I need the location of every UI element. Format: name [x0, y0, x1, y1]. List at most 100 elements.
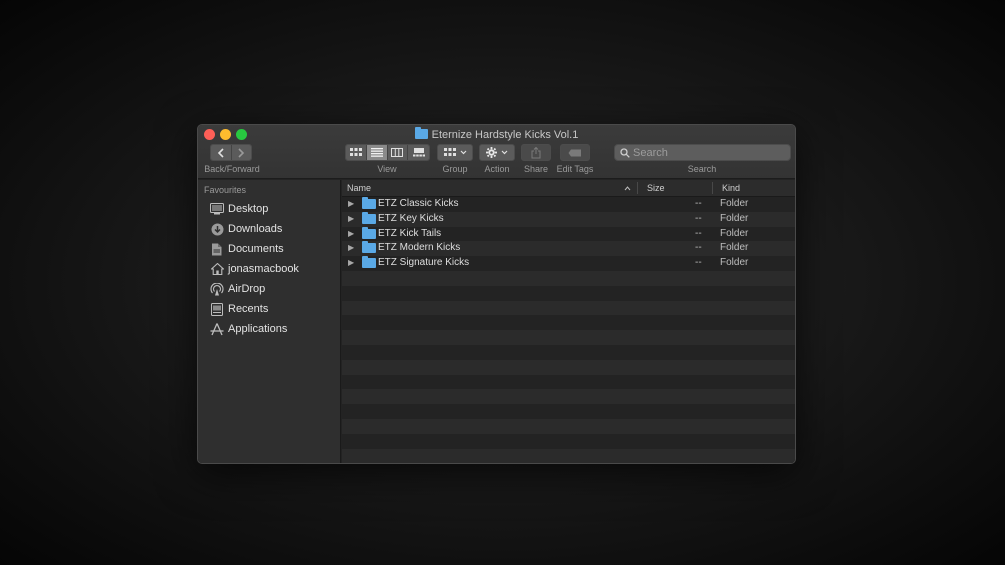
folder-icon	[362, 211, 376, 224]
sidebar-item-label: AirDrop	[228, 283, 266, 295]
disclosure-triangle-icon[interactable]: ▶	[348, 243, 354, 252]
view-label: View	[377, 164, 397, 174]
airdrop-icon	[210, 282, 224, 296]
file-kind: Folder	[720, 212, 749, 224]
file-size: --	[695, 257, 702, 269]
column-divider[interactable]	[637, 182, 638, 194]
empty-row	[342, 330, 795, 345]
tag-icon	[568, 149, 581, 156]
sidebar-item-airdrop[interactable]: AirDrop	[210, 280, 265, 298]
back-forward-control	[210, 144, 252, 161]
column-kind[interactable]: Kind	[722, 183, 740, 193]
table-row[interactable]: ▶ ETZ Kick Tails -- Folder	[342, 226, 795, 242]
column-name[interactable]: Name	[347, 183, 371, 193]
file-size: --	[695, 227, 702, 239]
chevron-down-icon	[501, 150, 508, 155]
sidebar-item-home[interactable]: jonasmacbook	[210, 260, 299, 278]
group-button[interactable]	[437, 144, 473, 161]
search-input[interactable]	[633, 145, 783, 160]
empty-row	[342, 286, 795, 301]
group-icon	[443, 148, 456, 156]
action-button[interactable]	[479, 144, 515, 161]
action-label: Action	[484, 164, 510, 174]
view-columns-button[interactable]	[387, 145, 409, 160]
empty-row	[342, 345, 795, 360]
view-gallery-button[interactable]	[408, 145, 429, 160]
file-size: --	[695, 242, 702, 254]
documents-icon	[210, 242, 224, 256]
disclosure-triangle-icon[interactable]: ▶	[348, 199, 354, 208]
folder-icon	[362, 241, 376, 254]
disclosure-triangle-icon[interactable]: ▶	[348, 214, 354, 223]
disclosure-triangle-icon[interactable]: ▶	[348, 258, 354, 267]
sidebar-item-label: Downloads	[228, 223, 283, 235]
folder-icon	[362, 256, 376, 269]
empty-row	[342, 359, 795, 375]
chevron-left-icon	[217, 147, 224, 158]
file-name: ETZ Modern Kicks	[378, 242, 461, 254]
gallery-view-icon	[412, 148, 425, 157]
folder-icon	[362, 226, 376, 239]
share-button[interactable]	[521, 144, 551, 161]
empty-row	[342, 434, 795, 449]
empty-row	[342, 375, 795, 390]
sidebar-item-label: Applications	[228, 323, 288, 335]
sort-ascending-icon	[624, 186, 631, 191]
disclosure-triangle-icon[interactable]: ▶	[348, 229, 354, 238]
home-icon	[210, 262, 224, 276]
column-divider[interactable]	[712, 182, 713, 194]
file-size: --	[695, 198, 702, 209]
finder-window: Eternize Hardstyle Kicks Vol.1 Back/Forw…	[197, 124, 796, 464]
recents-icon	[210, 302, 224, 316]
downloads-icon	[210, 222, 224, 236]
toolbar: Eternize Hardstyle Kicks Vol.1 Back/Forw…	[198, 125, 795, 179]
view-list-button[interactable]	[366, 145, 388, 160]
window-title: Eternize Hardstyle Kicks Vol.1	[198, 127, 795, 142]
table-row[interactable]: ▶ ETZ Modern Kicks -- Folder	[342, 241, 795, 257]
table-row[interactable]: ▶ ETZ Classic Kicks -- Folder	[342, 197, 795, 212]
file-kind: Folder	[720, 242, 749, 254]
file-name: ETZ Key Kicks	[378, 212, 444, 224]
applications-icon	[210, 322, 224, 336]
sidebar-item-downloads[interactable]: Downloads	[210, 220, 282, 238]
table-row[interactable]: ▶ ETZ Key Kicks -- Folder	[342, 211, 795, 227]
folder-icon	[414, 127, 428, 139]
back-forward-label: Back/Forward	[204, 164, 260, 174]
file-name: ETZ Signature Kicks	[378, 257, 470, 269]
edit-tags-button[interactable]	[560, 144, 590, 161]
chevron-right-icon	[238, 147, 245, 158]
grid-view-icon	[349, 148, 362, 156]
sidebar-item-label: Desktop	[228, 203, 269, 215]
file-list: Name Size Kind ▶ ETZ Classic Kicks -- Fo…	[342, 180, 795, 463]
file-name: ETZ Kick Tails	[378, 227, 442, 239]
share-icon	[531, 146, 541, 158]
empty-row	[342, 418, 795, 434]
sidebar-item-applications[interactable]: Applications	[210, 320, 287, 338]
window-title-text: Eternize Hardstyle Kicks Vol.1	[431, 129, 579, 141]
file-size: --	[695, 212, 702, 224]
view-icons-button[interactable]	[346, 145, 367, 160]
file-name: ETZ Classic Kicks	[378, 198, 459, 209]
sidebar-item-desktop[interactable]: Desktop	[210, 200, 268, 218]
file-kind: Folder	[720, 198, 749, 209]
empty-row	[342, 448, 795, 463]
sidebar-item-documents[interactable]: Documents	[210, 240, 284, 258]
sidebar-item-recents[interactable]: Recents	[210, 300, 268, 318]
folder-icon	[362, 197, 376, 209]
empty-row	[342, 315, 795, 330]
search-label: Search	[687, 164, 717, 174]
search-icon	[620, 148, 630, 158]
file-rows: ▶ ETZ Classic Kicks -- Folder ▶ ETZ Key …	[342, 197, 795, 463]
empty-row	[342, 270, 795, 286]
column-size[interactable]: Size	[647, 183, 665, 193]
gear-icon	[486, 147, 497, 158]
desktop-icon	[210, 202, 224, 216]
forward-button[interactable]	[231, 145, 251, 160]
sidebar-item-label: Recents	[228, 303, 269, 315]
sidebar-item-label: jonasmacbook	[228, 263, 299, 275]
sidebar-heading: Favourites	[204, 185, 247, 195]
file-kind: Folder	[720, 227, 749, 239]
search-field[interactable]	[614, 144, 791, 161]
back-button[interactable]	[211, 145, 232, 160]
table-row[interactable]: ▶ ETZ Signature Kicks -- Folder	[342, 256, 795, 271]
